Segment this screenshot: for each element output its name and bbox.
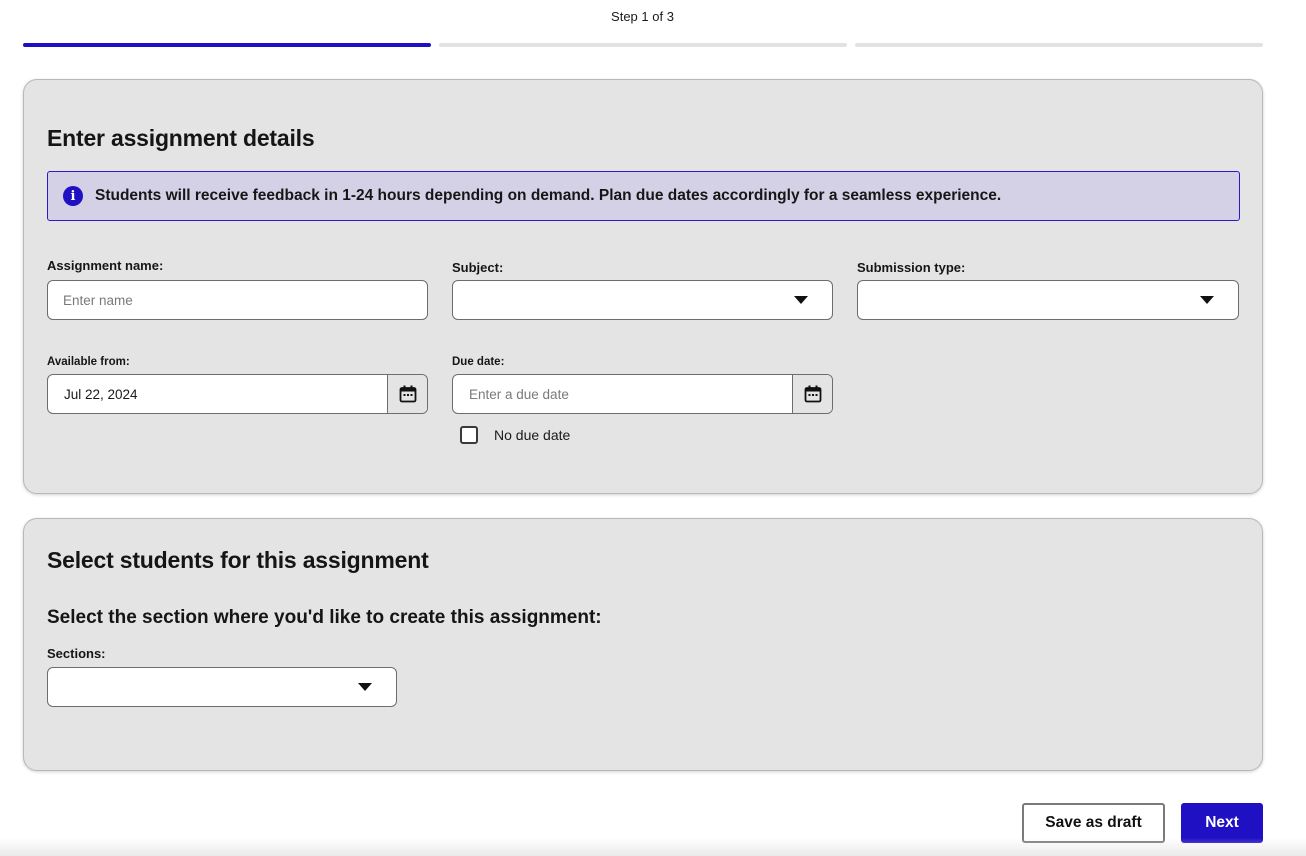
- chevron-down-icon: [358, 683, 372, 691]
- select-students-card: Select students for this assignment Sele…: [23, 518, 1263, 771]
- chevron-down-icon: [1200, 296, 1214, 304]
- select-students-title: Select students for this assignment: [47, 547, 429, 573]
- no-due-date-checkbox[interactable]: [460, 426, 478, 444]
- progress-step-1: [23, 43, 431, 47]
- assignment-details-card: Enter assignment details i Students will…: [23, 79, 1263, 494]
- submission-type-label: Submission type:: [857, 260, 966, 275]
- subject-select[interactable]: [452, 280, 833, 320]
- due-date-label: Due date:: [452, 356, 505, 368]
- save-as-draft-button[interactable]: Save as draft: [1022, 803, 1165, 843]
- info-icon: i: [63, 186, 83, 206]
- sections-label: Sections:: [47, 646, 106, 661]
- scroll-fade: [0, 838, 1306, 856]
- section-subheading: Select the section where you'd like to c…: [47, 607, 602, 628]
- info-banner-text: Students will receive feedback in 1-24 h…: [95, 187, 1002, 204]
- sections-select[interactable]: [47, 667, 397, 707]
- progress-step-2: [439, 43, 847, 47]
- available-from-label: Available from:: [47, 356, 130, 368]
- step-indicator: Step 1 of 3: [611, 9, 674, 24]
- available-from-input[interactable]: Jul 22, 2024: [47, 374, 428, 414]
- due-date-placeholder: Enter a due date: [469, 387, 569, 402]
- assignment-details-title: Enter assignment details: [47, 125, 315, 151]
- assignment-name-placeholder: Enter name: [63, 292, 133, 308]
- subject-label: Subject:: [452, 260, 504, 275]
- due-date-input[interactable]: Enter a due date: [452, 374, 833, 414]
- progress-step-3: [855, 43, 1263, 47]
- calendar-icon: [399, 385, 416, 403]
- info-banner: i Students will receive feedback in 1-24…: [47, 171, 1240, 221]
- calendar-button[interactable]: [792, 375, 832, 413]
- submission-type-select[interactable]: [857, 280, 1239, 320]
- assignment-name-label: Assignment name:: [47, 258, 164, 273]
- no-due-date-label[interactable]: No due date: [494, 427, 570, 443]
- chevron-down-icon: [794, 296, 808, 304]
- next-button[interactable]: Next: [1181, 803, 1263, 843]
- assignment-name-input[interactable]: Enter name: [47, 280, 428, 320]
- available-from-value: Jul 22, 2024: [64, 387, 138, 402]
- calendar-button[interactable]: [387, 375, 427, 413]
- calendar-icon: [804, 385, 821, 403]
